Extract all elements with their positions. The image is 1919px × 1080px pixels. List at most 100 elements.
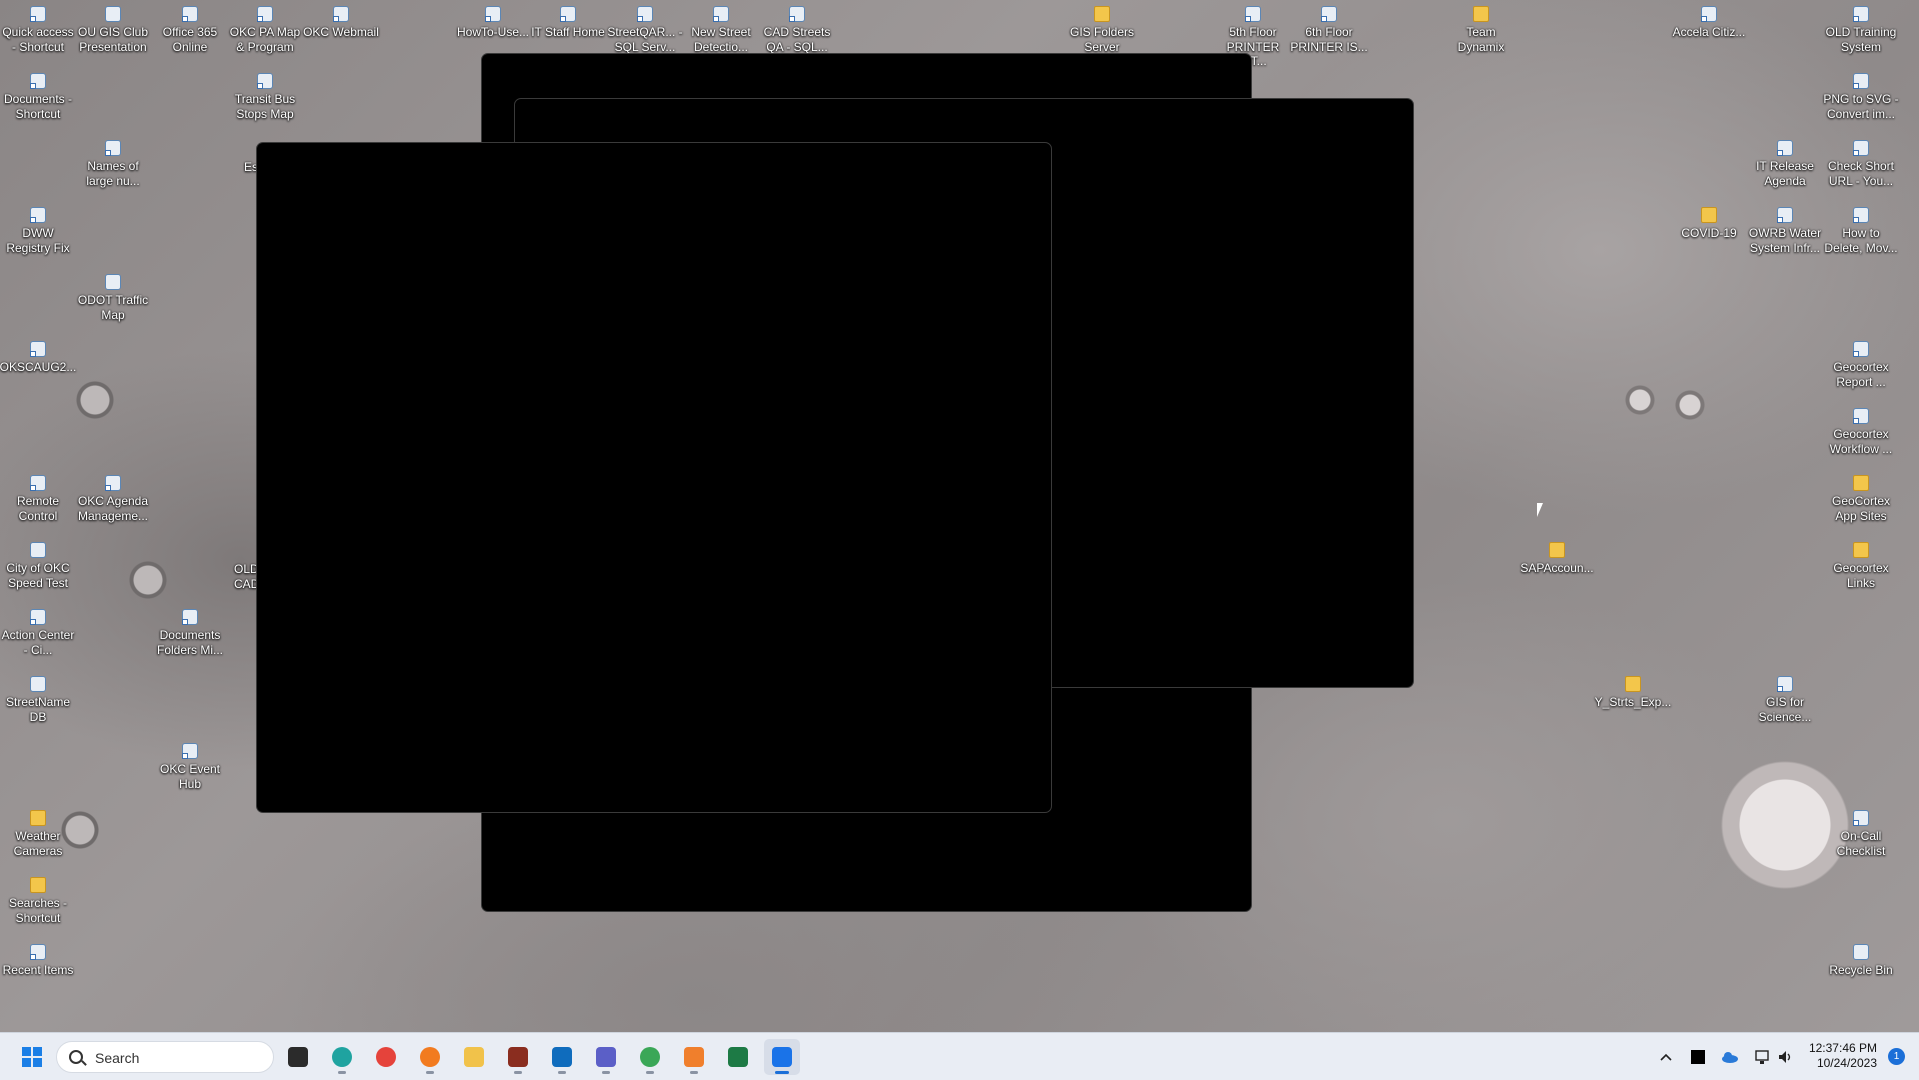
- folder-icon: [1701, 207, 1717, 223]
- shortcut-icon: [30, 73, 46, 89]
- desktop-icon-okc-event-hub[interactable]: OKC Event Hub: [151, 743, 229, 791]
- shortcut-icon: [30, 341, 46, 357]
- onedrive-cloud-icon[interactable]: [1720, 1047, 1740, 1067]
- shortcut-icon: [333, 6, 349, 22]
- taskbar-app-outlook[interactable]: [544, 1039, 580, 1075]
- taskbar-app-excel[interactable]: [720, 1039, 756, 1075]
- desktop-icon-recycle-bin[interactable]: Recycle Bin: [1822, 944, 1900, 978]
- desktop-icon-how-to-delete[interactable]: How to Delete, Mov...: [1822, 207, 1900, 255]
- desktop-icon-png-to-svg[interactable]: PNG to SVG - Convert im...: [1822, 73, 1900, 121]
- taskbar-app-arcgis-app[interactable]: [500, 1039, 536, 1075]
- network-icon[interactable]: [1752, 1047, 1772, 1067]
- black-square-tray-icon[interactable]: [1688, 1047, 1708, 1067]
- desktop-icon-old-training[interactable]: OLD Training System: [1822, 6, 1900, 54]
- desktop-icon-documents-shortcut[interactable]: Documents - Shortcut: [0, 73, 77, 121]
- running-indicator: [514, 1071, 522, 1074]
- desktop-icon-team-dynamix[interactable]: Team Dynamix: [1442, 6, 1520, 54]
- taskbar-app-chrome-profile[interactable]: [632, 1039, 668, 1075]
- desktop-icon-recent-items[interactable]: Recent Items: [0, 944, 77, 978]
- taskbar-app-file-explorer[interactable]: [456, 1039, 492, 1075]
- desktop-icon-howto-use[interactable]: HowTo-Use...: [454, 6, 532, 40]
- system-clock[interactable]: 12:37:46 PM 10/24/2023: [1809, 1041, 1877, 1071]
- taskbar-app-task-view[interactable]: [280, 1039, 316, 1075]
- desktop-icon-new-street[interactable]: New Street Detectio...: [682, 6, 760, 54]
- document-icon: [30, 676, 46, 692]
- desktop-icon-quick-access[interactable]: Quick access - Shortcut: [0, 6, 77, 54]
- shortcut-icon: [789, 6, 805, 22]
- shortcut-icon: [182, 609, 198, 625]
- taskbar-app-firefox[interactable]: [412, 1039, 448, 1075]
- desktop-icon-streetname-db[interactable]: StreetName DB: [0, 676, 77, 724]
- show-hidden-icons-chevron-icon[interactable]: [1656, 1047, 1676, 1067]
- desktop-icon-geocortex-links[interactable]: Geocortex Links: [1822, 542, 1900, 590]
- document-icon: [105, 274, 121, 290]
- running-indicator: [426, 1071, 434, 1074]
- edge-icon: [332, 1047, 352, 1067]
- taskbar-app-chrome[interactable]: [368, 1039, 404, 1075]
- taskbar: 12:37:46 PM 10/24/2023 1: [0, 1032, 1919, 1080]
- taskbar-app-edge[interactable]: [324, 1039, 360, 1075]
- desktop-icon-it-staff-home[interactable]: IT Staff Home: [529, 6, 607, 40]
- desktop-icon-city-okc-speed[interactable]: City of OKC Speed Test: [0, 542, 77, 590]
- taskbar-app-active-app[interactable]: [764, 1039, 800, 1075]
- desktop-icon-remote-control[interactable]: Remote Control: [0, 475, 77, 523]
- desktop-icon-okc-pa-map[interactable]: OKC PA Map & Program: [226, 6, 304, 54]
- app-window-front[interactable]: [256, 142, 1052, 813]
- desktop-icon-ou-gis-club[interactable]: OU GIS Club Presentation: [74, 6, 152, 54]
- chrome-profile-icon: [640, 1047, 660, 1067]
- desktop-icon-6th-floor-printer[interactable]: 6th Floor PRINTER IS...: [1290, 6, 1368, 54]
- shortcut-icon: [182, 743, 198, 759]
- taskbar-search[interactable]: [56, 1041, 274, 1073]
- desktop-icon-okc-agenda[interactable]: OKC Agenda Manageme...: [74, 475, 152, 523]
- running-indicator: [338, 1071, 346, 1074]
- desktop-icon-okc-webmail[interactable]: OKC Webmail: [302, 6, 380, 40]
- shortcut-icon: [1853, 73, 1869, 89]
- desktop-icon-weather-cameras[interactable]: Weather Cameras: [0, 810, 77, 858]
- start-button[interactable]: [14, 1039, 50, 1075]
- folder-icon: [464, 1047, 484, 1067]
- search-icon: [69, 1050, 83, 1064]
- shortcut-icon: [713, 6, 729, 22]
- windows-logo-icon: [22, 1047, 42, 1067]
- desktop-icon-geocortex-app-sites[interactable]: GeoCortex App Sites: [1822, 475, 1900, 523]
- desktop-icon-geocortex-workflow[interactable]: Geocortex Workflow ...: [1822, 408, 1900, 456]
- desktop-icon-searches-shortcut[interactable]: Searches - Shortcut: [0, 877, 77, 925]
- volume-icon[interactable]: [1776, 1047, 1796, 1067]
- taskbar-app-paint-app[interactable]: [676, 1039, 712, 1075]
- desktop-icon-geocortex-report[interactable]: Geocortex Report ...: [1822, 341, 1900, 389]
- search-input[interactable]: [93, 1047, 267, 1069]
- excel-icon: [728, 1047, 748, 1067]
- map-app-icon: [508, 1047, 528, 1067]
- gear-app-icon: [772, 1047, 792, 1067]
- folder-icon: [1473, 6, 1489, 22]
- clock-time: 12:37:46 PM: [1808, 1041, 1877, 1055]
- desktop-icon-check-short-url[interactable]: Check Short URL - You...: [1822, 140, 1900, 188]
- running-indicator: [775, 1071, 789, 1074]
- shortcut-icon: [105, 140, 121, 156]
- desktop-icon-on-call-checklist[interactable]: On-Call Checklist: [1822, 810, 1900, 858]
- desktop-icon-names-large[interactable]: Names of large nu...: [74, 140, 152, 188]
- desktop-icon-odot-traffic[interactable]: ODOT Traffic Map: [74, 274, 152, 322]
- desktop-icon-action-center[interactable]: Action Center - Ci...: [0, 609, 77, 657]
- desktop-icon-dww-registry[interactable]: DWW Registry Fix: [0, 207, 77, 255]
- desktop-icon-gis-folders-server[interactable]: GIS Folders Server: [1063, 6, 1141, 54]
- taskbar-app-teams[interactable]: [588, 1039, 624, 1075]
- desktop-icon-gis-for-science[interactable]: GIS for Science...: [1746, 676, 1824, 724]
- folder-icon: [1853, 542, 1869, 558]
- desktop-icon-it-release[interactable]: IT Release Agenda: [1746, 140, 1824, 188]
- desktop-icon-documents-folders[interactable]: Documents Folders Mi...: [151, 609, 229, 657]
- notification-badge[interactable]: 1: [1888, 1048, 1905, 1065]
- desktop-icon-sapaccoun[interactable]: SAPAccoun...: [1518, 542, 1596, 576]
- desktop-icon-okscaug[interactable]: OKSCAUG2...: [0, 341, 77, 375]
- desktop-icon-covid-19[interactable]: COVID-19: [1670, 207, 1748, 241]
- desktop-icon-accela[interactable]: Accela Citiz...: [1670, 6, 1748, 40]
- folder-icon: [1094, 6, 1110, 22]
- shortcut-icon: [1777, 207, 1793, 223]
- desktop-icon-cad-streets[interactable]: CAD Streets QA - SQL...: [758, 6, 836, 54]
- shortcut-icon: [30, 6, 46, 22]
- desktop-icon-owrb-water[interactable]: OWRB Water System Infr...: [1746, 207, 1824, 255]
- desktop-icon-office-365[interactable]: Office 365 Online: [151, 6, 229, 54]
- desktop-icon-transit-bus[interactable]: Transit Bus Stops Map: [226, 73, 304, 121]
- desktop-icon-y-strts-exp[interactable]: Y_Strts_Exp...: [1594, 676, 1672, 710]
- desktop-icon-streetqar[interactable]: StreetQAR... - SQL Serv...: [606, 6, 684, 54]
